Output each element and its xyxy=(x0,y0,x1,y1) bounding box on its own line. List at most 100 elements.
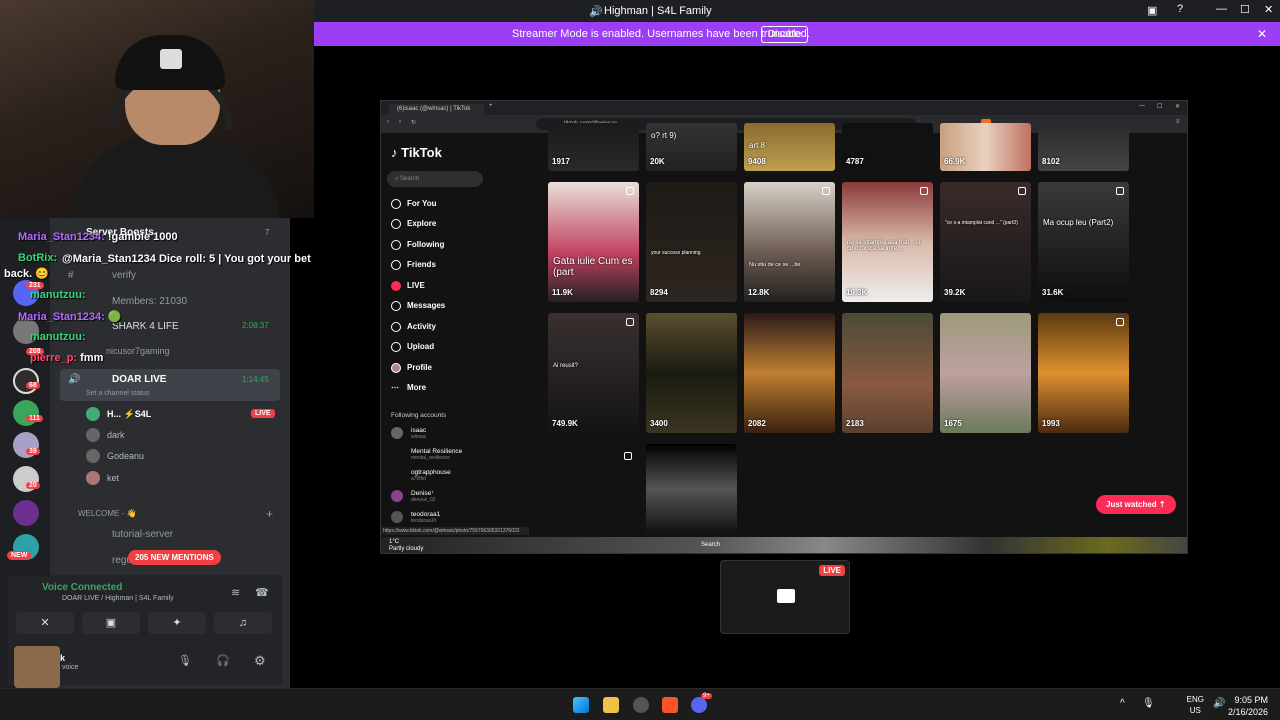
voice-user[interactable]: ket xyxy=(107,473,119,483)
nav-profile[interactable]: Profile xyxy=(391,363,432,373)
screen-share-button[interactable]: ▣ xyxy=(82,612,140,634)
server-icon[interactable] xyxy=(13,368,39,394)
video-thumb[interactable]: 2082 xyxy=(744,313,835,433)
category-welcome[interactable]: WELCOME - 👋 xyxy=(78,509,136,518)
browser-tab[interactable]: (6)isaac (@winsac) | TikTok xyxy=(389,104,484,115)
video-thumb[interactable]: art 8 9408 xyxy=(744,123,835,171)
channel-shark[interactable]: SHARK 4 LIFE xyxy=(112,321,179,332)
close-banner-icon[interactable]: ✕ xyxy=(1257,27,1267,41)
stream-preview[interactable]: LIVE xyxy=(720,560,850,634)
start-icon[interactable] xyxy=(573,697,589,713)
search-input[interactable]: ⌕ Search xyxy=(387,171,483,187)
video-thumb[interactable]: Ma ocup leu (Part2) 31.6K xyxy=(1038,182,1129,302)
just-watched-button[interactable]: Just watched ⇡ xyxy=(1096,495,1176,514)
account-handle: a7l0fel xyxy=(411,476,426,482)
soundboard-button[interactable]: ♫ xyxy=(214,612,272,634)
video-thumb[interactable]: 1675 xyxy=(940,313,1031,433)
account-item[interactable]: Mental Resilience mental_resilience xyxy=(391,448,462,461)
language-indicator[interactable]: ENG US xyxy=(1187,694,1204,716)
nav-label: Profile xyxy=(407,363,432,373)
inbox-icon[interactable]: ▣ xyxy=(1147,4,1157,17)
nav-explore[interactable]: Explore xyxy=(391,219,436,229)
video-thumb[interactable] xyxy=(646,444,737,534)
avatar xyxy=(391,511,403,523)
minimize-icon[interactable]: — xyxy=(1139,103,1145,109)
close-icon[interactable]: ✕ xyxy=(1175,103,1180,110)
menu-icon[interactable]: ≡ xyxy=(1176,119,1180,125)
video-thumb[interactable]: 66.9K xyxy=(940,123,1031,171)
reload-icon[interactable]: ↻ xyxy=(411,119,416,126)
video-thumb[interactable]: nu se intampla asa frati ...si cu o Ioni… xyxy=(842,182,933,302)
account-item[interactable]: teodoraa1 teodoraa1h xyxy=(391,511,440,524)
nav-live[interactable]: LIVE xyxy=(391,281,425,291)
video-thumb[interactable]: Nu stiu de ce se ...tie 12.8K xyxy=(744,182,835,302)
tray-chevron-icon[interactable]: ^ xyxy=(1120,698,1125,709)
discord-icon[interactable] xyxy=(691,697,707,713)
nav-label: Activity xyxy=(407,322,436,332)
account-item[interactable]: ogtrapphouse a7l0fel xyxy=(391,469,451,482)
voice-connected-title[interactable]: Voice Connected xyxy=(42,582,122,593)
channel-user[interactable]: nicusor7gaming xyxy=(106,346,170,356)
nav-upload[interactable]: Upload xyxy=(391,342,434,352)
video-thumb[interactable]: 2183 xyxy=(842,313,933,433)
account-item[interactable]: Denise⁷ deeyuz_02 xyxy=(391,490,435,503)
maximize-icon[interactable]: ☐ xyxy=(1157,103,1162,110)
video-thumb[interactable]: o? rt 9) 20K xyxy=(646,123,737,171)
maximize-icon[interactable]: ☐ xyxy=(1240,3,1250,16)
nav-more[interactable]: ⋯ More xyxy=(391,383,426,393)
voice-connected-subtitle[interactable]: DOAR LIVE / Highman | S4L Family xyxy=(62,595,174,602)
forward-icon[interactable]: › xyxy=(399,119,401,125)
nav-for-you[interactable]: For You xyxy=(391,199,436,209)
voice-user[interactable]: H... ⚡S4L xyxy=(107,409,151,420)
brave-icon[interactable] xyxy=(662,697,678,713)
video-thumb[interactable]: 3400 xyxy=(646,313,737,433)
clock[interactable]: 9:05 PM 2/16/2026 xyxy=(1228,694,1268,718)
file-explorer-icon[interactable] xyxy=(603,697,619,713)
nav-friends[interactable]: Friends xyxy=(391,260,436,270)
activity-icon xyxy=(391,322,401,332)
volume-icon[interactable]: 🔊 xyxy=(1213,698,1225,709)
disconnect-icon[interactable]: ☎ xyxy=(255,586,269,599)
channel-tutorial[interactable]: tutorial-server xyxy=(112,529,173,540)
server-icon[interactable] xyxy=(13,400,39,426)
server-badge: 111 xyxy=(26,415,43,422)
nav-following[interactable]: Following xyxy=(391,240,444,250)
nav-messages[interactable]: Messages xyxy=(391,301,445,311)
account-name: teodoraa1 xyxy=(411,511,441,518)
user-avatar[interactable] xyxy=(14,646,60,688)
video-thumb[interactable]: Gata iulie Cum es (part 11.9K xyxy=(548,182,639,302)
video-thumb[interactable]: 1917 xyxy=(548,123,639,171)
new-badge[interactable]: NEW xyxy=(7,551,32,560)
nav-activity[interactable]: Activity xyxy=(391,322,436,332)
help-icon[interactable]: ? xyxy=(1177,3,1183,15)
channel-status[interactable]: Set a channel status xyxy=(86,390,149,397)
voice-user[interactable]: Godeanu xyxy=(107,451,144,461)
noise-suppression-icon[interactable]: ≋ xyxy=(231,586,240,599)
mic-icon[interactable]: 🎙 xyxy=(178,654,192,667)
new-tab-icon[interactable]: + xyxy=(489,103,493,109)
channel-doar-live[interactable]: DOAR LIVE xyxy=(112,374,166,385)
video-thumb[interactable]: 4787 xyxy=(842,123,933,171)
account-item[interactable]: isaac winsac xyxy=(391,427,426,440)
date: 2/16/2026 xyxy=(1227,707,1268,717)
server-icon[interactable] xyxy=(13,500,39,526)
back-icon[interactable]: ‹ xyxy=(387,119,389,125)
obs-icon[interactable] xyxy=(633,697,649,713)
voice-user[interactable]: dark xyxy=(107,430,125,440)
tiktok-logo[interactable]: ♪ TikTok xyxy=(391,145,442,160)
mic-icon[interactable]: 🎙 xyxy=(1142,698,1155,709)
video-thumb[interactable]: Ai reusit? 749.9K xyxy=(548,313,639,433)
add-channel-icon[interactable]: + xyxy=(266,507,273,521)
video-thumb[interactable]: 8102 xyxy=(1038,123,1129,171)
close-icon[interactable]: ✕ xyxy=(1264,3,1273,16)
video-thumb[interactable]: "ce s-a intamplat cand ..." (part3) 39.2K xyxy=(940,182,1031,302)
activities-button[interactable]: ✦ xyxy=(148,612,206,634)
video-thumb[interactable]: 1993 xyxy=(1038,313,1129,433)
headphones-icon[interactable]: 🎧 xyxy=(216,654,230,667)
video-thumb[interactable]: your success planning 8294 xyxy=(646,182,737,302)
disable-button[interactable]: Disable xyxy=(761,26,809,43)
settings-gear-icon[interactable]: ⚙ xyxy=(254,653,266,669)
minimize-icon[interactable]: — xyxy=(1216,3,1227,15)
new-mentions-badge[interactable]: 205 NEW MENTIONS xyxy=(128,550,221,565)
camera-button[interactable]: ✕ xyxy=(16,612,74,634)
